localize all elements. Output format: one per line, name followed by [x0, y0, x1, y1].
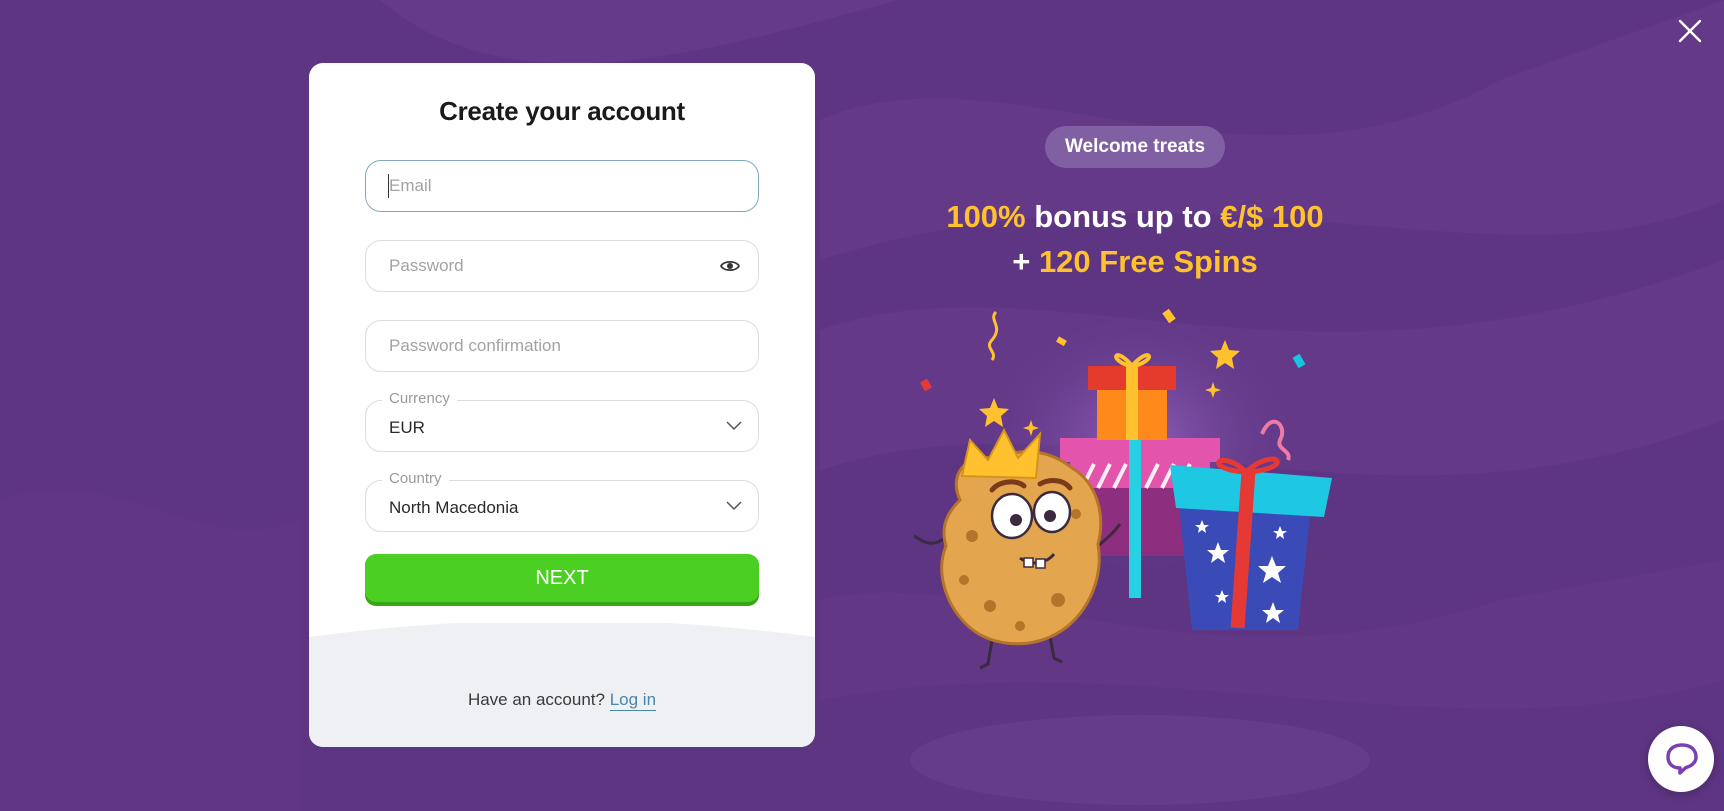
bonus-offer: 100% bonus up to €/$ 100 + 120 Free Spin… — [830, 194, 1440, 284]
bonus-line-2: + 120 Free Spins — [830, 239, 1440, 284]
welcome-treats-badge: Welcome treats — [1044, 126, 1226, 168]
bonus-line-1: 100% bonus up to €/$ 100 — [830, 194, 1440, 239]
text-caret — [388, 174, 389, 198]
gifts-cookie-illustration — [913, 300, 1332, 670]
chat-button[interactable] — [1648, 726, 1714, 792]
card-footer-background — [309, 623, 815, 747]
bonus-percent: 100% — [946, 199, 1026, 234]
promo-panel: Welcome treats 100% bonus up to €/$ 100 … — [830, 120, 1440, 284]
bonus-plus: + — [1012, 244, 1031, 279]
free-spins: 120 Free Spins — [1038, 244, 1258, 279]
eye-icon[interactable] — [720, 259, 740, 273]
close-icon — [1678, 19, 1702, 43]
close-button[interactable] — [1670, 12, 1710, 52]
registration-card: Create your account Currency EUR Country… — [309, 63, 815, 747]
next-button[interactable]: NEXT — [365, 554, 759, 602]
password-confirmation-input[interactable] — [389, 321, 709, 371]
have-account-text: Have an account? — [467, 690, 605, 709]
country-select[interactable]: Country North Macedonia — [365, 470, 759, 532]
form-title: Create your account — [439, 96, 685, 126]
password-input[interactable] — [389, 241, 709, 291]
login-link[interactable]: Log in — [609, 690, 657, 711]
email-field[interactable] — [365, 160, 759, 212]
password-field[interactable] — [365, 240, 759, 292]
currency-label: Currency — [382, 390, 457, 407]
chevron-down-icon — [726, 421, 742, 431]
country-label: Country — [382, 470, 449, 487]
currency-select[interactable]: Currency EUR — [365, 390, 759, 452]
chat-icon — [1666, 743, 1698, 775]
bonus-text: bonus up to — [1034, 199, 1212, 234]
chevron-down-icon — [726, 501, 742, 511]
currency-value: EUR — [389, 418, 425, 437]
email-input[interactable] — [389, 161, 709, 211]
bonus-amount: €/$ 100 — [1220, 199, 1324, 234]
country-value: North Macedonia — [389, 498, 519, 517]
login-prompt: Have an account? Log in — [309, 690, 815, 711]
password-confirmation-field[interactable] — [365, 320, 759, 372]
